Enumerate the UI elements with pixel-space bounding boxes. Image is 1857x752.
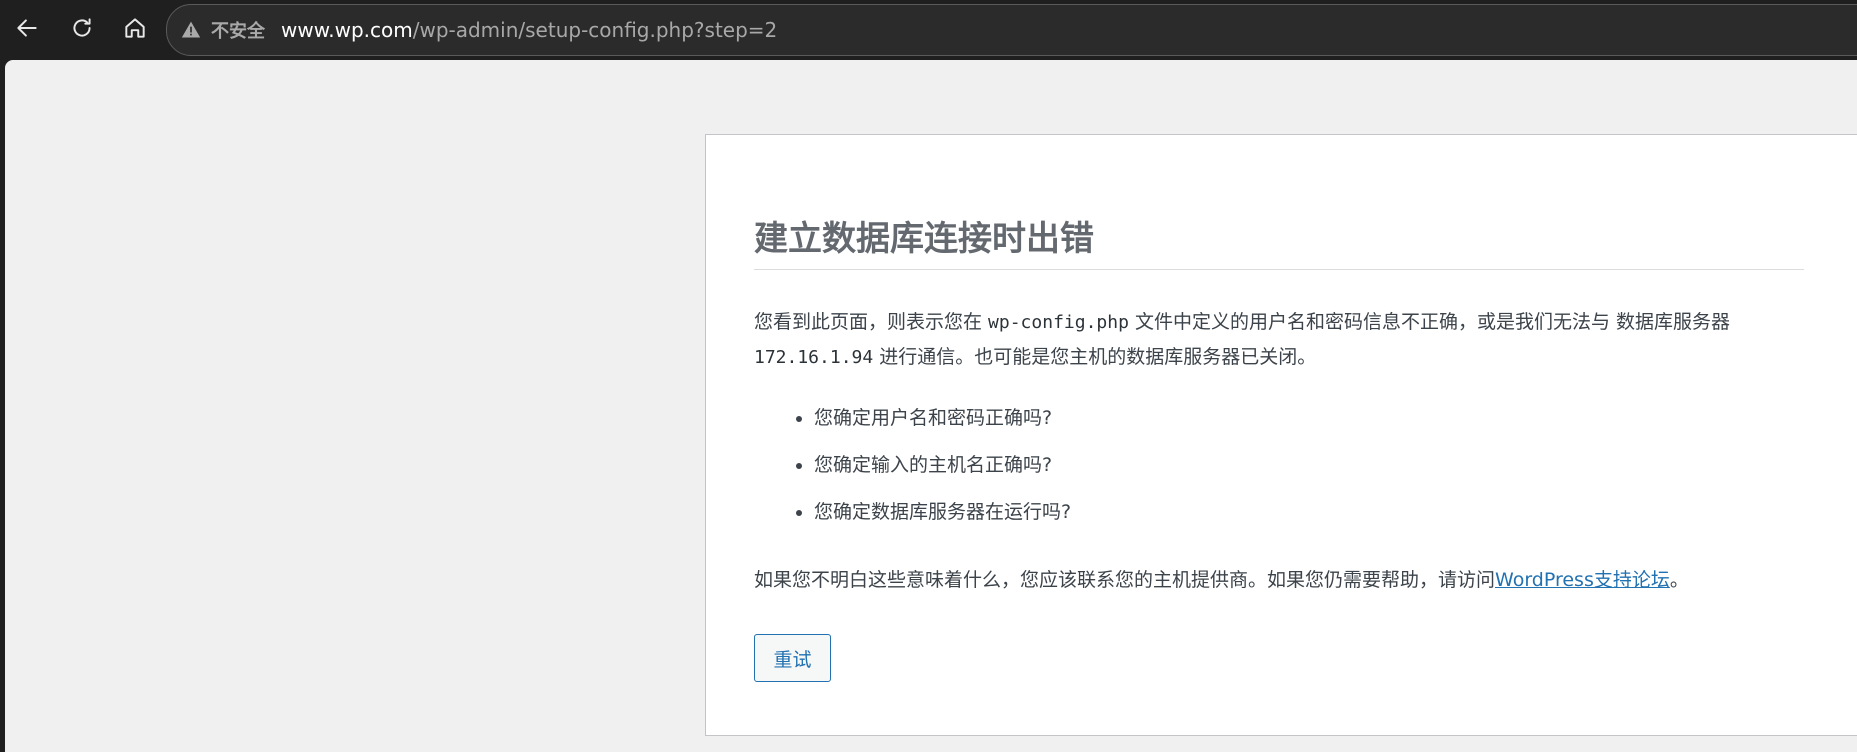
support-forum-link[interactable]: WordPress支持论坛: [1495, 569, 1670, 591]
database-host: 172.16.1.94: [754, 347, 874, 368]
list-item: 您确定数据库服务器在运行吗?: [814, 495, 1071, 542]
back-button[interactable]: [10, 11, 44, 45]
url-host: www.wp.com: [281, 18, 413, 42]
warning-icon: [181, 21, 201, 38]
intro-text-2: 文件中定义的用户名和密码信息不正确，或是我们无法与 数据库服务器: [1128, 311, 1731, 333]
url-path: /wp-admin/setup-config.php?step=2: [412, 18, 778, 42]
security-label: 不安全: [211, 21, 265, 42]
home-icon: [125, 18, 145, 38]
security-indicator[interactable]: 不安全: [181, 17, 265, 43]
home-button[interactable]: [118, 11, 152, 45]
help-text: 如果您不明白这些意味着什么，您应该联系您的主机提供商。如果您仍需要帮助，请访问W…: [754, 563, 1814, 597]
retry-button[interactable]: 重试: [754, 634, 831, 682]
page-title: 建立数据库连接时出错: [754, 219, 1094, 259]
reload-icon: [73, 18, 91, 37]
intro-text-1: 您看到此页面，则表示您在: [754, 311, 989, 333]
intro-text-3: 进行通信。也可能是您主机的数据库服务器已关闭。: [873, 346, 1317, 368]
reload-button[interactable]: [65, 11, 99, 45]
help-end: 。: [1669, 569, 1689, 591]
help-message: 如果您不明白这些意味着什么，您应该联系您的主机提供商。如果您仍需要帮助，请访问: [754, 569, 1496, 591]
list-item: 您确定输入的主机名正确吗?: [814, 448, 1071, 495]
config-filename: wp-config.php: [988, 312, 1129, 333]
arrow-left-icon: [17, 19, 37, 37]
troubleshooting-list: 您确定用户名和密码正确吗? 您确定输入的主机名正确吗? 您确定数据库服务器在运行…: [754, 401, 1071, 542]
title-divider: [754, 269, 1804, 270]
error-description: 您看到此页面，则表示您在 wp-config.php 文件中定义的用户名和密码信…: [754, 305, 1804, 375]
page-viewport: 建立数据库连接时出错 您看到此页面，则表示您在 wp-config.php 文件…: [5, 60, 1857, 752]
browser-toolbar: 不安全 www.wp.com/wp-admin/setup-config.php…: [0, 0, 1857, 60]
list-item: 您确定用户名和密码正确吗?: [814, 401, 1071, 448]
address-bar[interactable]: 不安全 www.wp.com/wp-admin/setup-config.php…: [166, 4, 1857, 56]
url-text[interactable]: www.wp.com/wp-admin/setup-config.php?ste…: [281, 18, 777, 42]
error-card: 建立数据库连接时出错 您看到此页面，则表示您在 wp-config.php 文件…: [705, 134, 1857, 736]
